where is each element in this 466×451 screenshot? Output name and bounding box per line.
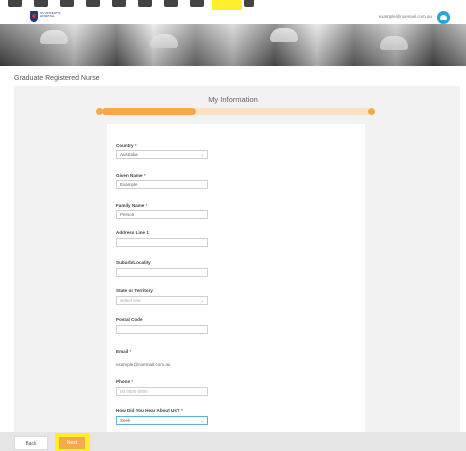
state-select[interactable]: select one ⌄ (116, 296, 208, 305)
back-button[interactable]: Back (14, 436, 48, 450)
heard-about-value: Seek (120, 418, 131, 423)
heard-about-label-text: How Did You Hear About Us? (116, 408, 180, 413)
banner-shade (0, 24, 466, 66)
address-line-1-input[interactable] (116, 238, 208, 247)
form-card (107, 124, 365, 432)
crest-icon (30, 11, 38, 22)
family-name-label: Family Name * (116, 203, 147, 208)
required-mark: * (131, 379, 134, 384)
given-name-label: Given Name * (116, 173, 146, 178)
family-name-input[interactable]: Person (116, 210, 208, 219)
progress-end-dot (368, 108, 375, 115)
progress-fill (102, 108, 196, 115)
given-name-input[interactable]: Example (116, 180, 208, 189)
given-name-label-text: Given Name (116, 173, 143, 178)
avatar-icon[interactable] (437, 11, 450, 24)
heard-about-select[interactable]: Seek ⌄ (116, 416, 208, 425)
phone-label: Phone * (116, 379, 133, 384)
country-label-text: Country (116, 143, 134, 148)
country-select[interactable]: Australia ⌄ (116, 150, 208, 159)
top-bar: ST VINCENT'S HOSPITAL example@noemail.co… (0, 0, 466, 24)
country-value: Australia (120, 152, 138, 157)
required-mark: * (129, 349, 132, 354)
heard-about-label: How Did You Hear About Us? * (116, 408, 183, 413)
phone-input[interactable]: 00 0000 0000 (116, 387, 208, 396)
required-mark: * (181, 408, 183, 413)
page-title: Graduate Registered Nurse (14, 75, 100, 82)
required-mark: * (143, 173, 146, 178)
required-mark: * (134, 143, 137, 148)
section-title: My Information (208, 95, 258, 104)
required-mark: * (145, 203, 148, 208)
user-email[interactable]: example@noemail.com.au (379, 14, 432, 19)
family-name-label-text: Family Name (116, 203, 145, 208)
suburb-label: Suburb/Locality (116, 260, 151, 265)
postal-code-input[interactable] (116, 325, 208, 334)
next-button[interactable]: Next (59, 437, 85, 449)
progress-bar (102, 108, 370, 115)
phone-label-text: Phone (116, 379, 131, 384)
suburb-input[interactable] (116, 268, 208, 277)
banner-image (0, 24, 466, 66)
state-placeholder: select one (120, 298, 141, 303)
chevron-down-icon: ⌄ (200, 152, 204, 157)
email-label-text: Email (116, 349, 129, 354)
state-label: State or Territory (116, 288, 153, 293)
email-value: example@noemail.com.au (116, 362, 171, 367)
postal-code-label: Postal Code (116, 317, 143, 322)
country-label: Country * (116, 143, 137, 148)
chevron-down-icon: ⌄ (200, 298, 204, 303)
chevron-down-icon: ⌄ (200, 418, 204, 423)
address-line-1-label: Address Line 1 (116, 230, 149, 235)
email-label: Email * (116, 349, 131, 354)
hospital-logo[interactable]: ST VINCENT'S HOSPITAL (30, 11, 66, 22)
logo-text: ST VINCENT'S HOSPITAL (40, 11, 61, 18)
